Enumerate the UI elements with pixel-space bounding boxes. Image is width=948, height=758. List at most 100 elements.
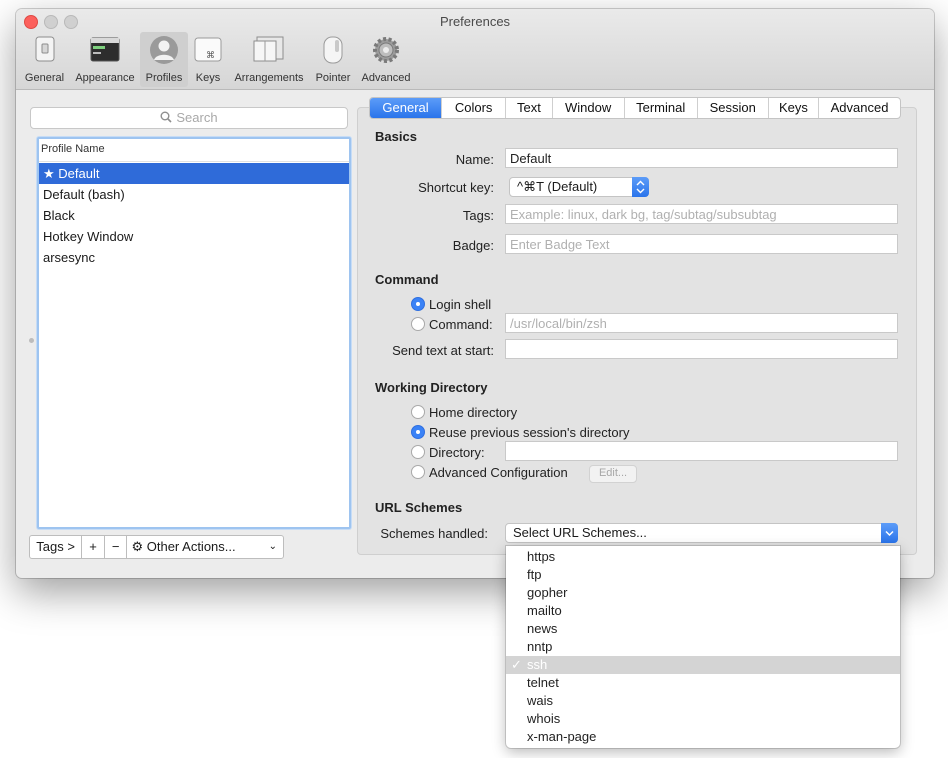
url-schemes-popup[interactable]: Select URL Schemes...	[505, 523, 898, 543]
profile-actions-bar: Tags > + − ⚙ Other Actions... ⌄	[29, 535, 284, 559]
edit-button[interactable]: Edit...	[589, 465, 637, 483]
tab-terminal[interactable]: Terminal	[625, 98, 698, 118]
menu-item-https[interactable]: https	[506, 548, 900, 566]
title-bar: Preferences General Appearance Profiles …	[16, 9, 934, 90]
directory-radio[interactable]	[411, 445, 425, 459]
toolbar-pointer[interactable]: Pointer	[312, 32, 354, 87]
other-actions-button[interactable]: ⚙ Other Actions... ⌄	[127, 536, 283, 558]
search-icon	[160, 109, 172, 129]
url-schemes-heading: URL Schemes	[375, 500, 463, 515]
toolbar-profiles[interactable]: Profiles	[140, 32, 188, 87]
shortcut-key-popup[interactable]: ^⌘T (Default)	[509, 177, 649, 197]
profile-row-default-bash[interactable]: Default (bash)	[39, 184, 349, 205]
send-text-label: Send text at start:	[392, 343, 494, 358]
tags-button[interactable]: Tags >	[30, 536, 83, 558]
profile-row-hotkey-window[interactable]: Hotkey Window	[39, 226, 349, 247]
menu-item-wais[interactable]: wais	[506, 692, 900, 710]
menu-item-mailto[interactable]: mailto	[506, 602, 900, 620]
search-placeholder: Search	[176, 110, 218, 125]
login-shell-label[interactable]: Login shell	[429, 297, 491, 312]
popup-arrows-icon	[632, 177, 649, 197]
profile-list[interactable]: Profile Name ★ Default Default (bash) Bl…	[37, 137, 351, 529]
menu-item-label: ssh	[527, 657, 548, 672]
tab-general[interactable]: General	[370, 98, 443, 118]
command-key-icon: ⌘	[194, 35, 222, 66]
add-profile-button[interactable]: +	[82, 536, 105, 558]
profile-name-column-header[interactable]: Profile Name	[41, 143, 105, 155]
chevron-down-icon: ⌄	[268, 541, 277, 552]
toolbar-label: Arrangements	[234, 72, 304, 84]
user-silhouette-icon	[149, 35, 179, 68]
toolbar-arrangements[interactable]: Arrangements	[230, 32, 308, 87]
command-radio[interactable]	[411, 317, 425, 331]
reuse-directory-radio[interactable]	[411, 425, 425, 439]
toolbar-appearance[interactable]: Appearance	[70, 32, 140, 87]
profile-row-black[interactable]: Black	[39, 205, 349, 226]
command-field[interactable]: /usr/local/bin/zsh	[505, 313, 898, 333]
menu-item-ftp[interactable]: ftp	[506, 566, 900, 584]
terminal-window-icon	[90, 35, 120, 66]
tab-window[interactable]: Window	[553, 98, 625, 118]
home-directory-radio[interactable]	[411, 405, 425, 419]
window-title: Preferences	[439, 14, 511, 29]
menu-item-gopher[interactable]: gopher	[506, 584, 900, 602]
menu-item-news[interactable]: news	[506, 620, 900, 638]
menu-item-telnet[interactable]: telnet	[506, 674, 900, 692]
basics-heading: Basics	[375, 129, 417, 144]
command-label[interactable]: Command:	[429, 317, 493, 332]
toolbar-label: Advanced	[361, 72, 411, 84]
directory-field[interactable]	[505, 441, 898, 461]
url-schemes-value: Select URL Schemes...	[513, 525, 647, 540]
preferences-window: Preferences General Appearance Profiles …	[16, 9, 934, 578]
toolbar-label: Pointer	[315, 72, 351, 84]
tab-colors[interactable]: Colors	[442, 98, 507, 118]
checkmark-icon: ✓	[511, 657, 522, 672]
other-actions-label: Other Actions...	[146, 539, 236, 554]
advanced-configuration-radio[interactable]	[411, 465, 425, 479]
menu-item-ssh[interactable]: ✓ ssh	[506, 656, 900, 674]
toolbar-general[interactable]: General	[22, 32, 67, 87]
window-arrangement-icon	[253, 35, 285, 66]
profile-tabs: General Colors Text Window Terminal Sess…	[369, 97, 901, 119]
toolbar-label: Profiles	[145, 72, 183, 84]
tab-keys[interactable]: Keys	[769, 98, 820, 118]
schemes-handled-label: Schemes handled:	[380, 526, 488, 541]
column-divider	[39, 161, 349, 162]
shortcut-key-label: Shortcut key:	[418, 180, 494, 195]
name-label: Name:	[455, 152, 494, 167]
badge-field[interactable]: Enter Badge Text	[505, 234, 898, 254]
split-handle[interactable]	[29, 338, 34, 343]
tab-advanced[interactable]: Advanced	[819, 98, 900, 118]
toolbar-label: Appearance	[75, 72, 135, 84]
mouse-icon	[322, 35, 344, 68]
tags-label: Tags:	[462, 208, 494, 223]
badge-label: Badge:	[452, 238, 494, 253]
menu-item-nntp[interactable]: nntp	[506, 638, 900, 656]
tab-text[interactable]: Text	[506, 98, 553, 118]
url-schemes-menu: https ftp gopher mailto news nntp ✓ ssh …	[506, 546, 900, 748]
phone-switch-icon	[32, 35, 58, 66]
profile-search-input[interactable]: Search	[30, 107, 348, 129]
profile-row-default[interactable]: ★ Default	[39, 163, 349, 184]
working-directory-heading: Working Directory	[375, 380, 488, 395]
remove-profile-button[interactable]: −	[105, 536, 128, 558]
login-shell-radio[interactable]	[411, 297, 425, 311]
toolbar-advanced[interactable]: Advanced	[358, 32, 414, 87]
tab-session[interactable]: Session	[698, 98, 769, 118]
gear-icon: ⚙	[131, 540, 144, 555]
directory-label[interactable]: Directory:	[429, 445, 485, 460]
advanced-configuration-label[interactable]: Advanced Configuration	[429, 465, 568, 480]
toolbar-keys[interactable]: ⌘ Keys	[190, 32, 226, 87]
toolbar-label: General	[24, 72, 65, 84]
reuse-directory-label[interactable]: Reuse previous session's directory	[429, 425, 629, 440]
tags-field[interactable]: Example: linux, dark bg, tag/subtag/subs…	[505, 204, 898, 224]
profile-row-arsesync[interactable]: arsesync	[39, 247, 349, 268]
menu-item-x-man-page[interactable]: x-man-page	[506, 728, 900, 746]
send-text-field[interactable]	[505, 339, 898, 359]
svg-text:⌘: ⌘	[206, 51, 215, 61]
name-field[interactable]: Default	[505, 148, 898, 168]
gear-icon	[371, 35, 401, 68]
shortcut-key-value: ^⌘T (Default)	[517, 179, 598, 194]
menu-item-whois[interactable]: whois	[506, 710, 900, 728]
home-directory-label[interactable]: Home directory	[429, 405, 517, 420]
